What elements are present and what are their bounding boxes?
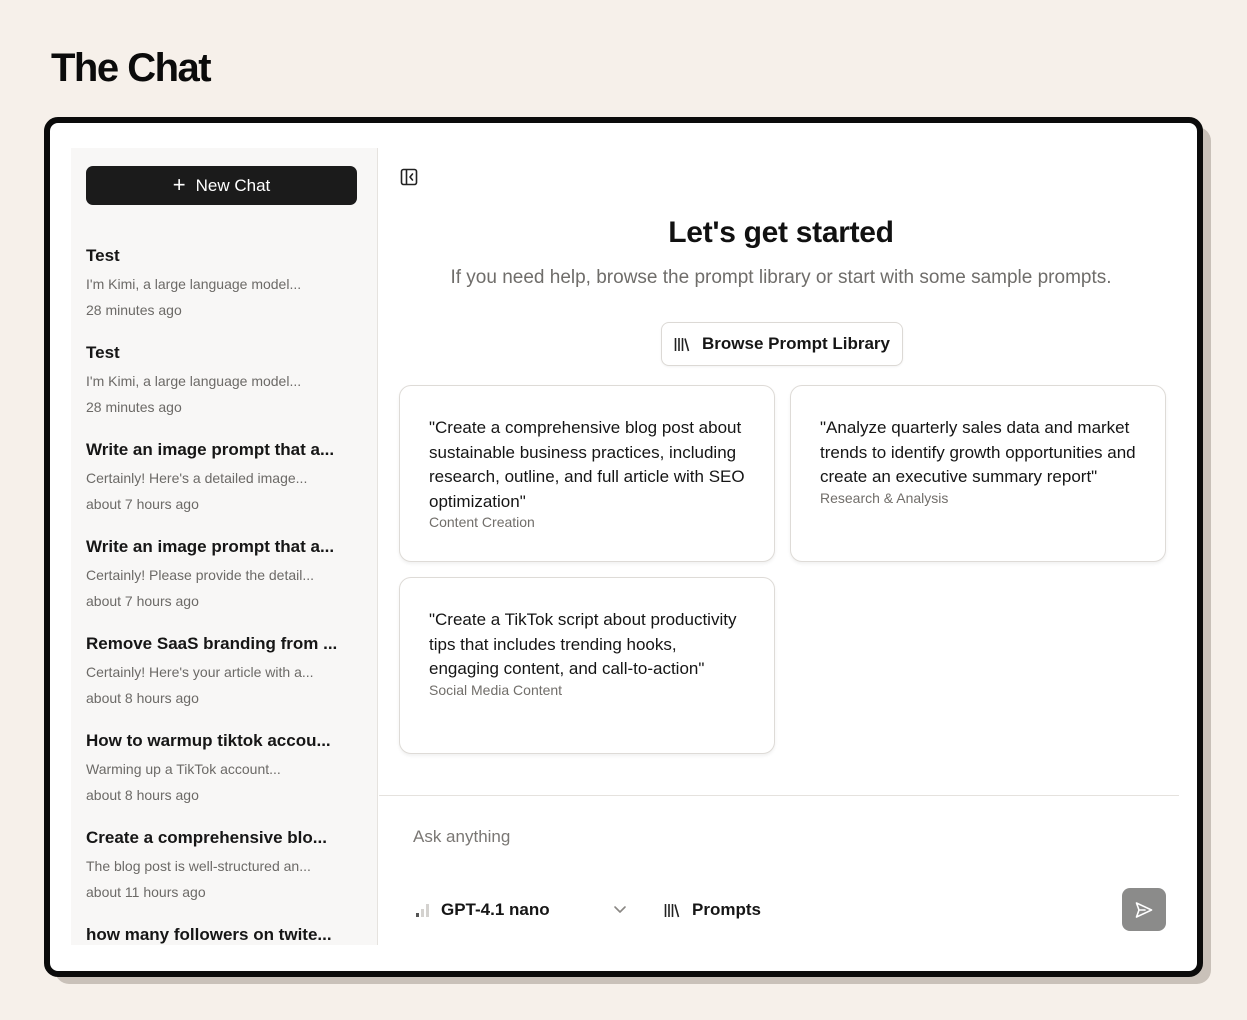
- chat-history-item[interactable]: Remove SaaS branding from ... Certainly!…: [86, 634, 356, 731]
- main-panel: Let's get started If you need help, brow…: [379, 148, 1179, 945]
- sample-prompt-text: "Create a TikTok script about productivi…: [429, 610, 737, 678]
- sample-prompt-text: "Analyze quarterly sales data and market…: [820, 418, 1136, 486]
- chevron-down-icon: [614, 906, 626, 913]
- sample-prompt-category: Social Media Content: [429, 681, 563, 698]
- chat-title: How to warmup tiktok accou...: [86, 731, 331, 750]
- library-icon: [674, 337, 690, 351]
- library-icon: [664, 903, 680, 917]
- chat-title: how many followers on twite...: [86, 925, 332, 944]
- signal-bars-icon: [416, 904, 429, 917]
- sample-prompt-card[interactable]: "Analyze quarterly sales data and market…: [790, 385, 1166, 562]
- ask-input[interactable]: [413, 823, 1133, 851]
- sample-prompt-category: Content Creation: [429, 514, 535, 530]
- browse-prompt-library-label: Browse Prompt Library: [702, 334, 890, 353]
- chat-time: 28 minutes ago: [86, 399, 182, 415]
- welcome-heading: Let's get started: [668, 216, 894, 249]
- chat-title: Create a comprehensive blo...: [86, 828, 327, 847]
- app-window: + New Chat Test I'm Kimi, a large langua…: [44, 117, 1203, 977]
- sample-prompt-category: Research & Analysis: [820, 489, 949, 506]
- chat-preview: I'm Kimi, a large language model...: [86, 373, 302, 389]
- chat-time: about 11 hours ago: [86, 884, 206, 900]
- chat-history-item[interactable]: Test I'm Kimi, a large language model...…: [86, 246, 356, 343]
- chat-history-item[interactable]: Write an image prompt that a... Certainl…: [86, 537, 356, 634]
- page-title: The Chat: [51, 46, 212, 90]
- new-chat-label: New Chat: [195, 175, 271, 195]
- chat-time: about 7 hours ago: [86, 496, 199, 512]
- chat-title: Test: [86, 343, 120, 362]
- prompts-label: Prompts: [692, 900, 761, 919]
- welcome-subheading: If you need help, browse the prompt libr…: [450, 267, 1112, 288]
- chat-time: about 7 hours ago: [86, 593, 199, 609]
- chat-history-item[interactable]: Create a comprehensive blo... The blog p…: [86, 828, 356, 925]
- send-button[interactable]: [1122, 888, 1166, 931]
- sample-prompt-card[interactable]: "Create a TikTok script about productivi…: [399, 577, 775, 754]
- chat-time: about 8 hours ago: [86, 787, 199, 803]
- chat-title: Write an image prompt that a...: [86, 440, 335, 459]
- chat-history-item[interactable]: Test I'm Kimi, a large language model...…: [86, 343, 356, 440]
- browse-prompt-library-button[interactable]: Browse Prompt Library: [661, 322, 903, 366]
- send-icon: [1135, 901, 1153, 918]
- chat-preview: The blog post is well-structured an...: [86, 858, 311, 874]
- chat-history-item[interactable]: How to warmup tiktok accou... Warming up…: [86, 731, 356, 828]
- sidebar-collapse-icon[interactable]: [400, 168, 418, 186]
- model-select[interactable]: GPT-4.1 nano: [415, 896, 627, 924]
- chat-preview: I'm Kimi, a large language model...: [86, 276, 302, 292]
- sample-prompt-card[interactable]: "Create a comprehensive blog post about …: [399, 385, 775, 562]
- sample-prompt-text: "Create a comprehensive blog post about …: [429, 418, 745, 511]
- chat-history-list: Test I'm Kimi, a large language model...…: [86, 246, 356, 945]
- chat-history-item[interactable]: Write an image prompt that a... Certainl…: [86, 440, 356, 537]
- prompts-button[interactable]: Prompts: [664, 896, 761, 924]
- new-chat-button[interactable]: + New Chat: [86, 166, 357, 205]
- chat-time: 28 minutes ago: [86, 302, 182, 318]
- model-select-value: GPT-4.1 nano: [441, 900, 550, 919]
- composer-divider: [379, 795, 1179, 796]
- chat-preview: Warming up a TikTok account...: [86, 761, 281, 777]
- chat-title: Write an image prompt that a...: [86, 537, 335, 556]
- chat-title: Test: [86, 246, 120, 265]
- chat-time: about 8 hours ago: [86, 690, 199, 706]
- plus-icon: +: [172, 171, 186, 197]
- chat-preview: Certainly! Here's a detailed image...: [86, 470, 308, 486]
- chat-title: Remove SaaS branding from ...: [86, 634, 338, 653]
- chat-preview: Certainly! Here's your article with a...: [86, 664, 314, 680]
- chat-preview: Certainly! Please provide the detail...: [86, 567, 315, 583]
- sidebar: + New Chat Test I'm Kimi, a large langua…: [71, 148, 378, 945]
- chat-history-item[interactable]: how many followers on twite...: [86, 925, 356, 945]
